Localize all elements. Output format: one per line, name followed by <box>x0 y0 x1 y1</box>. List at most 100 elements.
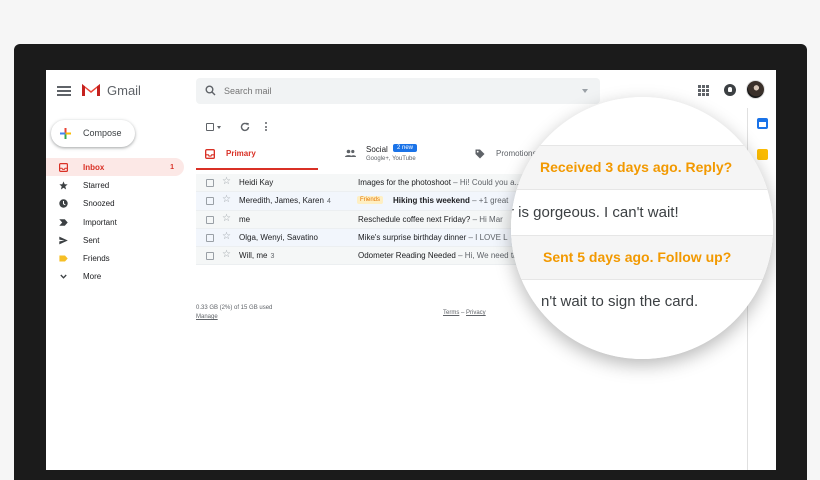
row-checkbox[interactable] <box>206 215 214 224</box>
google-apps-icon[interactable] <box>698 85 709 96</box>
search-bar[interactable] <box>196 78 600 104</box>
account-avatar[interactable] <box>746 80 765 99</box>
email-sender: Meredith, James, Karen 4 <box>239 196 331 205</box>
sidebar-item-snoozed[interactable]: Snoozed <box>46 195 184 213</box>
row-checkbox[interactable] <box>206 252 214 261</box>
privacy-link[interactable]: Privacy <box>466 310 486 316</box>
manage-storage-link[interactable]: Manage <box>196 314 218 320</box>
main-menu-icon[interactable] <box>57 86 71 96</box>
email-subject-line: Mike's surprise birthday dinner – I LOVE… <box>358 233 508 242</box>
search-icon[interactable] <box>205 85 216 96</box>
sidebar-item-more[interactable]: More <box>46 268 184 286</box>
sender-name: me <box>239 214 251 224</box>
row-checkbox[interactable] <box>206 179 214 187</box>
star-outline-icon[interactable]: ☆ <box>222 213 231 224</box>
new-count-badge: 2 new <box>393 144 418 152</box>
sender-name: Meredith, James, Karen <box>239 196 324 206</box>
sender-name: Heidi Kay <box>239 178 274 187</box>
sidebar-item-important[interactable]: Important <box>46 213 184 231</box>
star-outline-icon[interactable]: ☆ <box>222 194 231 205</box>
inbox-unread-count: 1 <box>170 163 174 171</box>
magnified-row: n't wait to sign the card. <box>511 280 773 325</box>
magnifier-callout: Received 3 days ago. Reply? r is gorgeou… <box>511 97 773 359</box>
tab-label: Social <box>366 145 388 154</box>
magnified-snippet: r is gorgeous. I can't wait! <box>511 204 679 221</box>
search-options-caret-icon[interactable] <box>582 89 588 93</box>
email-subject: Mike's surprise birthday dinner <box>358 232 467 242</box>
email-subject: Reschedule coffee next Friday? <box>358 214 471 224</box>
tab-social[interactable]: Social 2 new Google+, YouTube <box>336 143 456 170</box>
sidebar-item-label: Snoozed <box>83 199 115 209</box>
email-subject-line: Images for the photoshoot – Hi! Could yo… <box>358 178 521 187</box>
footer-separator: – <box>459 310 467 316</box>
follow-up-nudge: Sent 5 days ago. Follow up? <box>543 249 732 265</box>
compose-button[interactable]: Compose <box>51 120 135 147</box>
refresh-icon[interactable] <box>240 122 250 132</box>
email-subject-line: Reschedule coffee next Friday? – Hi Mar <box>358 215 503 224</box>
tag-icon <box>475 149 485 159</box>
magnified-row: Received 3 days ago. Reply? <box>511 145 773 190</box>
people-icon <box>345 149 356 157</box>
email-snippet: – I LOVE L <box>466 232 508 242</box>
important-icon <box>59 218 68 227</box>
star-outline-icon[interactable]: ☆ <box>222 249 231 260</box>
email-subject: Hiking this weekend <box>393 196 470 206</box>
notifications-icon[interactable] <box>724 84 736 96</box>
tab-primary[interactable]: Primary <box>196 143 318 170</box>
star-outline-icon[interactable]: ☆ <box>222 176 231 187</box>
sidebar-item-starred[interactable]: Starred <box>46 176 184 194</box>
thread-count: 3 <box>270 253 275 261</box>
sidebar-item-label: Friends <box>83 254 110 264</box>
sidebar-nav: Inbox 1 Starred Snoozed Important Sent F… <box>46 158 184 286</box>
sidebar-item-label: More <box>83 272 102 282</box>
thread-count: 4 <box>326 198 331 206</box>
terms-link[interactable]: Terms <box>443 310 459 316</box>
label-chip[interactable]: Friends <box>357 196 384 205</box>
email-sender: me <box>239 215 250 224</box>
compose-label: Compose <box>83 128 122 138</box>
sidebar-item-inbox[interactable]: Inbox 1 <box>46 158 184 177</box>
footer-links: Terms – Privacy <box>443 310 486 316</box>
email-sender: Heidi Kay <box>239 178 273 187</box>
clock-icon <box>59 199 68 208</box>
sidebar-item-label: Sent <box>83 235 100 245</box>
row-checkbox[interactable] <box>206 233 214 242</box>
select-all-checkbox[interactable] <box>206 123 214 131</box>
sidebar-item-label: Starred <box>83 180 110 190</box>
magnified-snippet: n't wait to sign the card. <box>541 293 699 310</box>
email-snippet: – +1 great <box>469 196 509 206</box>
select-options-caret-icon[interactable] <box>217 126 221 129</box>
tab-sublabel: Google+, YouTube <box>366 156 416 162</box>
email-snippet: – Hi, We need th <box>455 251 518 261</box>
email-snippet: – Hi Mar <box>470 214 503 224</box>
gmail-window: Gmail Compose Inbox 1 Starred <box>46 70 776 470</box>
magnified-row: Sent 5 days ago. Follow up? <box>511 235 773 280</box>
reply-nudge: Received 3 days ago. Reply? <box>540 159 733 175</box>
email-subject: Images for the photoshoot <box>358 178 451 187</box>
inbox-icon <box>59 162 68 172</box>
inbox-icon <box>205 149 215 159</box>
sender-name: Will, me <box>239 251 268 261</box>
sender-name: Olga, Wenyi, Savatino <box>239 232 319 242</box>
sidebar-item-label: Important <box>83 217 117 227</box>
sidebar-item-label: Inbox <box>83 162 105 172</box>
star-icon <box>59 181 68 190</box>
sidebar-item-friends[interactable]: Friends <box>46 249 184 267</box>
star-outline-icon[interactable]: ☆ <box>222 231 231 242</box>
plus-icon <box>60 128 71 139</box>
calendar-icon[interactable] <box>757 118 768 129</box>
row-checkbox[interactable] <box>206 197 214 206</box>
sidebar-item-sent[interactable]: Sent <box>46 231 184 249</box>
send-icon <box>59 236 68 245</box>
email-subject-line: Hiking this weekend – +1 great <box>393 196 508 205</box>
chevron-down-icon <box>59 272 68 281</box>
search-input[interactable] <box>224 78 564 104</box>
email-subject-line: Odometer Reading Needed – Hi, We need th <box>358 251 518 260</box>
label-icon <box>59 254 68 263</box>
tab-label: Primary <box>226 149 256 158</box>
email-sender: Olga, Wenyi, Savatino <box>239 233 318 242</box>
gmail-logo-icon <box>82 84 100 96</box>
more-actions-icon[interactable] <box>265 122 268 133</box>
magnified-row: r is gorgeous. I can't wait! <box>511 190 773 235</box>
email-sender: Will, me 3 <box>239 251 274 260</box>
